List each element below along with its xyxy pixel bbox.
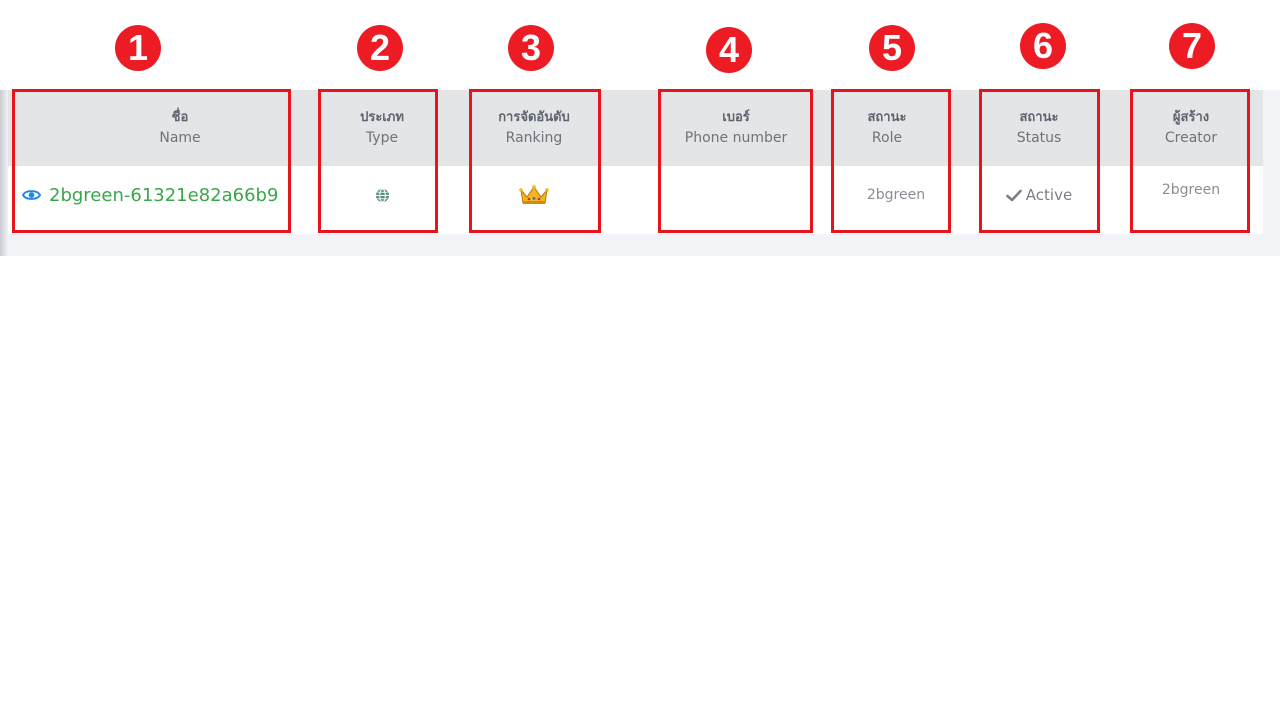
annotation-marker-3: 3 <box>508 25 554 71</box>
annotation-marker-2: 2 <box>357 25 403 71</box>
highlight-box-name <box>12 89 291 233</box>
highlight-box-creator <box>1130 89 1250 233</box>
highlight-box-status <box>979 89 1100 233</box>
annotation-marker-5: 5 <box>869 25 915 71</box>
highlight-box-phone <box>658 89 813 233</box>
highlight-box-ranking <box>469 89 601 233</box>
screenshot-stage: ชื่อ Name ประเภท Type การจัดอันดับ Ranki… <box>0 0 1280 720</box>
highlight-box-role <box>831 89 951 233</box>
annotation-marker-6: 6 <box>1020 23 1066 69</box>
highlight-box-type <box>318 89 438 233</box>
annotation-marker-1: 1 <box>115 25 161 71</box>
annotation-marker-4: 4 <box>706 27 752 73</box>
annotation-marker-7: 7 <box>1169 23 1215 69</box>
sidebar-shadow <box>0 90 8 256</box>
